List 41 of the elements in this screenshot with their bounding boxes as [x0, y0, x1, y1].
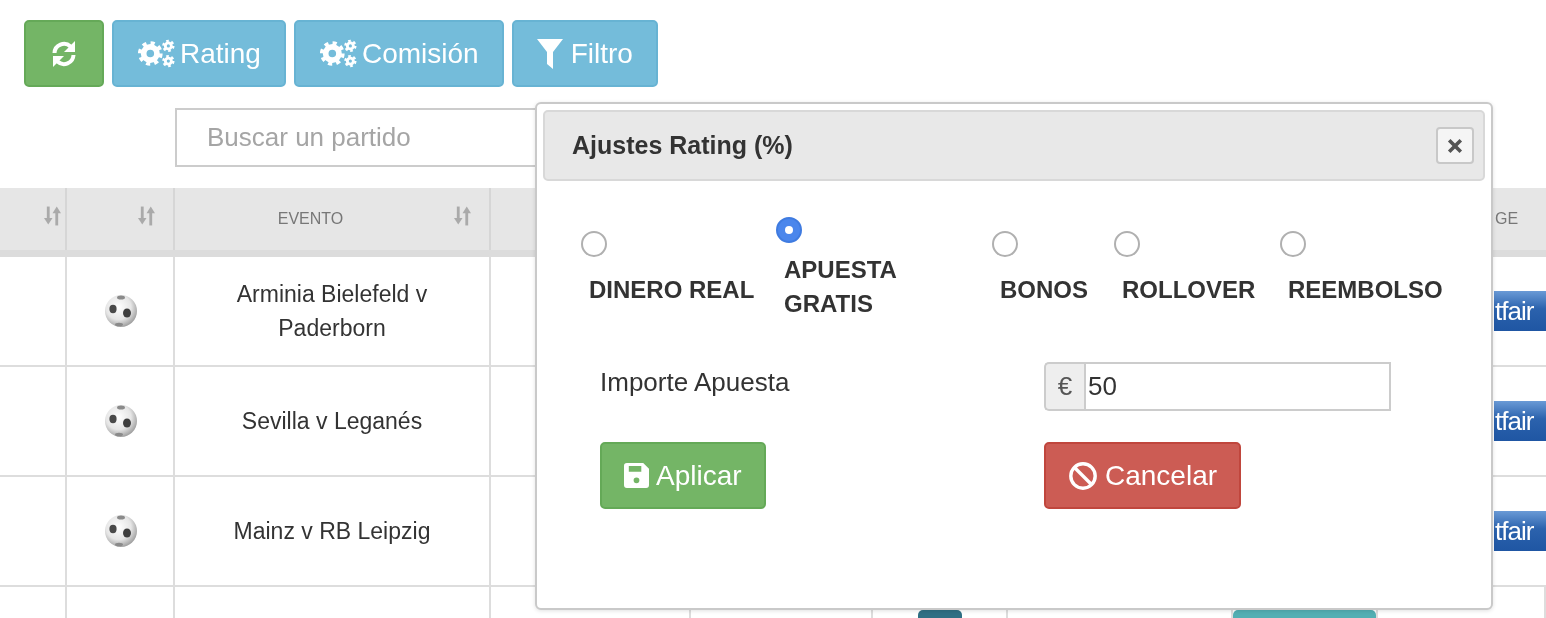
refresh-icon [50, 39, 78, 68]
radio-label[interactable]: DINERO REAL [581, 273, 755, 307]
soccer-ball-icon [105, 515, 137, 547]
amount-input[interactable]: 50 [1084, 362, 1391, 411]
gears-icon [318, 39, 357, 68]
apply-button[interactable]: Aplicar [600, 442, 766, 509]
close-button[interactable] [1436, 127, 1474, 164]
sort-icon[interactable] [44, 206, 61, 226]
settings-button[interactable]: Comisión [293, 20, 504, 87]
column-header[interactable]: GE [1495, 210, 1519, 228]
brand-logo: tfair [1494, 511, 1546, 551]
sort-icon[interactable] [138, 206, 155, 226]
brand-logo: tfair [1494, 401, 1546, 441]
radio-button[interactable] [1114, 231, 1140, 257]
event-name: Mainz v RB Leipzig [233, 517, 431, 546]
filter-button[interactable]: Filtro [511, 20, 658, 87]
amount-label: Importe Apuesta [600, 366, 790, 399]
radio-button[interactable] [1280, 231, 1306, 257]
column-header[interactable]: EVENTO [277, 210, 344, 227]
event-name: Arminia Bielefeld v Paderborn [235, 280, 429, 343]
funnel-icon [536, 38, 563, 69]
cancel-button[interactable]: Cancelar [1044, 442, 1242, 509]
refresh-button[interactable] [24, 20, 104, 87]
partial-button[interactable] [917, 610, 962, 618]
radio-button[interactable] [581, 231, 607, 257]
sort-icon[interactable] [454, 206, 471, 226]
radio-button[interactable] [776, 217, 802, 243]
radio-button[interactable] [992, 231, 1018, 257]
gears-icon [137, 39, 175, 68]
brand-logo: tfair [1494, 291, 1546, 331]
radio-label[interactable]: REEMBOLSO [1280, 273, 1443, 307]
radio-label[interactable]: BONOS [992, 273, 1088, 307]
settings-button[interactable]: Rating [112, 20, 286, 87]
event-name: Sevilla v Leganés [241, 407, 423, 436]
close-icon [1447, 137, 1463, 154]
ban-icon [1069, 461, 1097, 490]
radio-label[interactable]: ROLLOVER [1114, 273, 1256, 307]
soccer-ball-icon [105, 405, 137, 437]
currency-addon: € [1044, 362, 1084, 411]
radio-label[interactable]: APUESTA GRATIS [776, 253, 914, 321]
soccer-ball-icon [105, 295, 137, 327]
